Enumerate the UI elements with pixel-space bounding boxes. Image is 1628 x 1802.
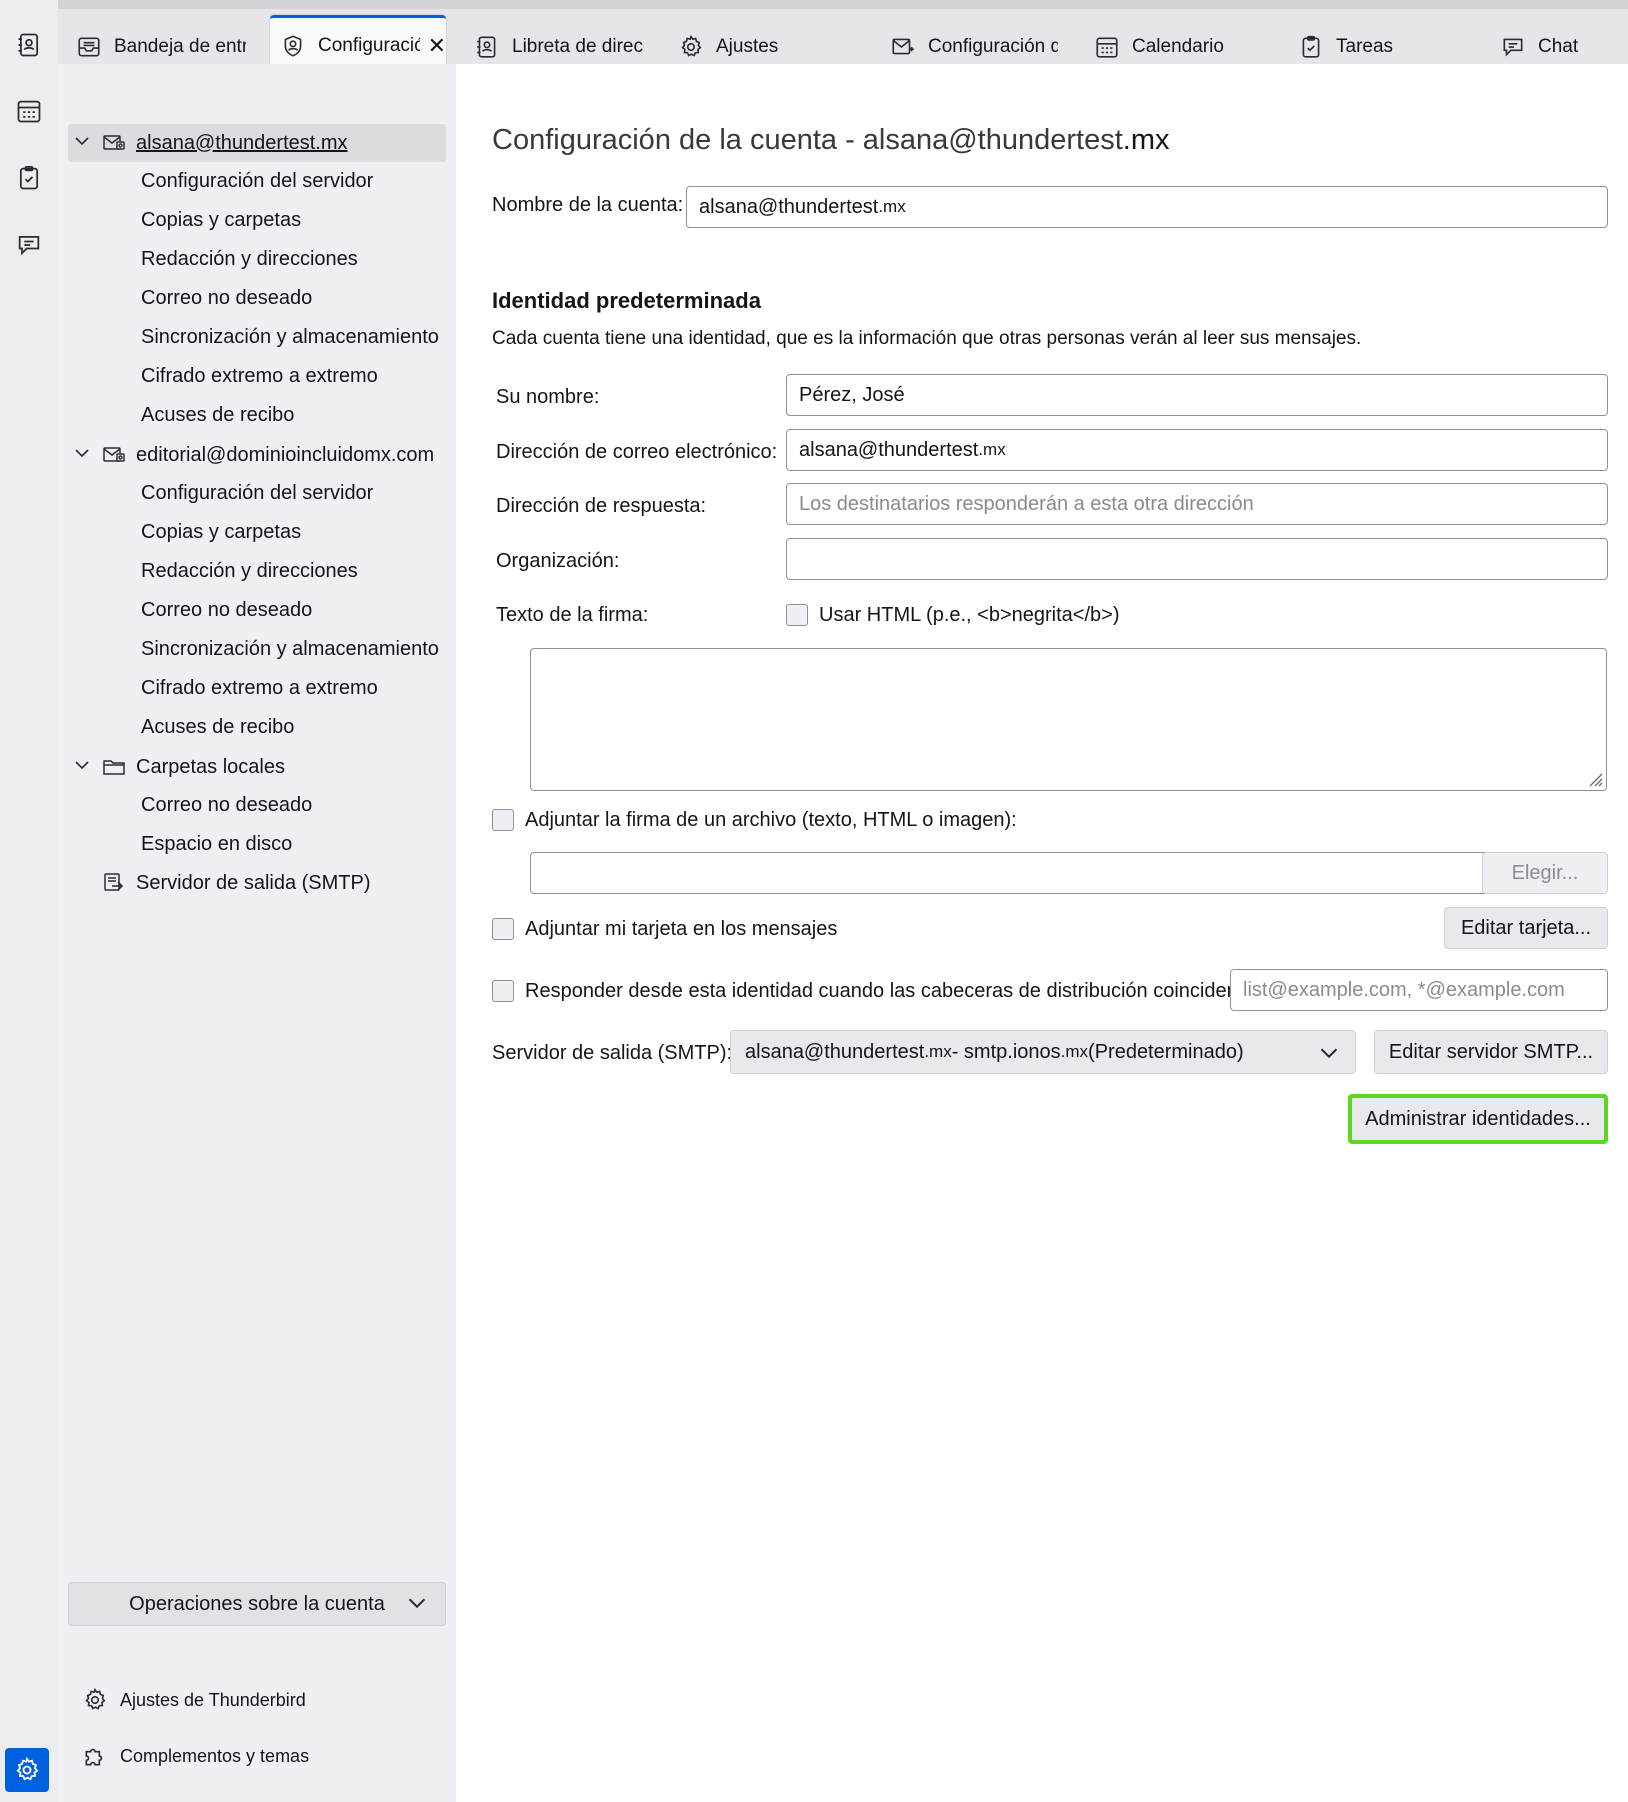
reply-to-label: Dirección de respuesta: bbox=[496, 495, 707, 517]
chat-icon[interactable] bbox=[12, 228, 46, 262]
chevron-down-icon[interactable] bbox=[74, 757, 96, 778]
tree-item-sync-storage[interactable]: Sincronización y almacenamiento bbox=[68, 630, 446, 668]
chevron-down-icon[interactable] bbox=[74, 133, 96, 154]
attach-vcard-checkbox[interactable] bbox=[492, 918, 514, 940]
chevron-down-icon bbox=[1320, 1048, 1338, 1059]
use-html-label: Usar HTML (p.e., <b>negrita</b>) bbox=[819, 604, 1120, 626]
gear-icon bbox=[681, 34, 702, 57]
email-input[interactable]: alsana@thundertest .mx bbox=[786, 429, 1608, 471]
tree-item-server-settings[interactable]: Configuración del servidor bbox=[68, 474, 446, 512]
smtp-server-select[interactable]: alsana@thundertest .mx - smtp.ionos .mx (Pr… bbox=[730, 1030, 1356, 1074]
manage-identities-button[interactable]: Administrar identidades... bbox=[1348, 1094, 1608, 1144]
spaces-toolbar bbox=[0, 0, 59, 1802]
signature-textarea[interactable] bbox=[530, 648, 1607, 791]
chevron-down-icon bbox=[408, 1598, 426, 1609]
edit-smtp-button[interactable]: Editar servidor SMTP... bbox=[1374, 1030, 1608, 1074]
tree-item-composition[interactable]: Redacción y direcciones bbox=[68, 552, 446, 590]
account-name-input[interactable]: alsana@thundertest .mx bbox=[686, 186, 1608, 228]
account-row-local-folders[interactable]: Carpetas locales bbox=[68, 748, 446, 786]
account-tree-sidebar: alsana@thundertest.mx Configuración del … bbox=[58, 64, 456, 1802]
chat-icon bbox=[1503, 38, 1523, 57]
inbox-icon bbox=[78, 37, 100, 57]
close-icon[interactable]: ✕ bbox=[428, 33, 446, 59]
account-settings-panel: Configuración de la cuenta - alsana@thun… bbox=[456, 64, 1628, 1802]
tree-item-e2e-encryption[interactable]: Cifrado extremo a extremo bbox=[68, 357, 446, 395]
address-book-icon[interactable] bbox=[12, 28, 46, 62]
account-row-alsana[interactable]: alsana@thundertest.mx bbox=[68, 124, 446, 162]
account-name-label: Nombre de la cuenta: bbox=[492, 194, 684, 216]
settings-icon[interactable] bbox=[5, 1748, 49, 1792]
mail-account-icon bbox=[103, 135, 125, 150]
page-title: Configuración de la cuenta - alsana@thun… bbox=[492, 124, 1170, 156]
edit-card-button[interactable]: Editar tarjeta... bbox=[1444, 907, 1608, 949]
reply-from-input[interactable]: list@example.com, *@example.com bbox=[1230, 969, 1608, 1011]
attach-vcard-label: Adjuntar mi tarjeta en los mensajes bbox=[525, 918, 838, 940]
outgoing-server-icon bbox=[104, 873, 124, 891]
tree-item-composition[interactable]: Redacción y direcciones bbox=[68, 240, 446, 278]
signature-file-input[interactable] bbox=[530, 852, 1544, 894]
puzzle-icon bbox=[85, 1748, 103, 1766]
signature-label: Texto de la firma: bbox=[496, 604, 649, 626]
tree-item-sync-storage[interactable]: Sincronización y almacenamiento bbox=[68, 318, 446, 356]
tasks-icon bbox=[1302, 35, 1320, 58]
tasks-icon[interactable] bbox=[12, 161, 46, 195]
folder-icon bbox=[103, 760, 125, 775]
tree-item-junk[interactable]: Correo no deseado bbox=[68, 786, 446, 824]
chevron-down-icon[interactable] bbox=[74, 445, 96, 466]
tree-item-receipts[interactable]: Acuses de recibo bbox=[68, 708, 446, 746]
calendar-icon[interactable] bbox=[12, 94, 46, 128]
tree-item-disk-space[interactable]: Espacio en disco bbox=[68, 825, 446, 863]
tree-item-smtp[interactable]: Servidor de salida (SMTP) bbox=[68, 864, 446, 902]
identity-heading: Identidad predeterminada bbox=[492, 288, 761, 313]
reply-from-checkbox[interactable] bbox=[492, 980, 514, 1002]
mail-account-icon bbox=[103, 447, 125, 462]
identity-description: Cada cuenta tiene una identidad, que es … bbox=[492, 328, 1362, 349]
tree-item-copies-folders[interactable]: Copias y carpetas bbox=[68, 201, 446, 239]
calendar-icon bbox=[1096, 37, 1118, 58]
reply-to-input[interactable]: Los destinatarios responderán a esta otr… bbox=[786, 483, 1608, 525]
tree-item-server-settings[interactable]: Configuración del servidor bbox=[68, 162, 446, 200]
account-row-editorial[interactable]: editorial@dominioincluidomx.com bbox=[68, 436, 446, 474]
account-actions-dropdown[interactable]: Operaciones sobre la cuenta bbox=[68, 1582, 446, 1626]
smtp-label: Servidor de salida (SMTP): bbox=[492, 1042, 733, 1064]
tree-item-copies-folders[interactable]: Copias y carpetas bbox=[68, 513, 446, 551]
name-label: Su nombre: bbox=[496, 386, 600, 408]
organization-input[interactable] bbox=[786, 538, 1608, 580]
email-label: Dirección de correo electrónico: bbox=[496, 441, 778, 463]
tab-strip: Bandeja de entrada Configuración ✕ Libre… bbox=[58, 0, 1628, 73]
tree-item-receipts[interactable]: Acuses de recibo bbox=[68, 396, 446, 434]
addons-themes-link[interactable]: Complementos y temas bbox=[82, 1738, 309, 1774]
organization-label: Organización: bbox=[496, 550, 620, 572]
account-settings-icon bbox=[284, 34, 302, 57]
reply-from-label: Responder desde esta identidad cuando la… bbox=[525, 980, 1244, 1002]
resize-grip-icon[interactable] bbox=[1584, 768, 1604, 788]
use-html-checkbox[interactable] bbox=[786, 604, 808, 626]
attach-signature-checkbox[interactable] bbox=[492, 809, 514, 831]
mail-config-icon bbox=[892, 38, 914, 55]
tree-item-junk[interactable]: Correo no deseado bbox=[68, 279, 446, 317]
gear-icon bbox=[85, 1687, 106, 1710]
address-book-icon bbox=[477, 36, 496, 58]
choose-file-button[interactable]: Elegir... bbox=[1482, 852, 1608, 894]
tree-item-e2e-encryption[interactable]: Cifrado extremo a extremo bbox=[68, 669, 446, 707]
thunderbird-settings-link[interactable]: Ajustes de Thunderbird bbox=[82, 1682, 306, 1718]
attach-signature-label: Adjuntar la firma de un archivo (texto, … bbox=[525, 809, 1017, 831]
name-input[interactable]: Pérez, José bbox=[786, 374, 1608, 416]
tree-item-junk[interactable]: Correo no deseado bbox=[68, 591, 446, 629]
